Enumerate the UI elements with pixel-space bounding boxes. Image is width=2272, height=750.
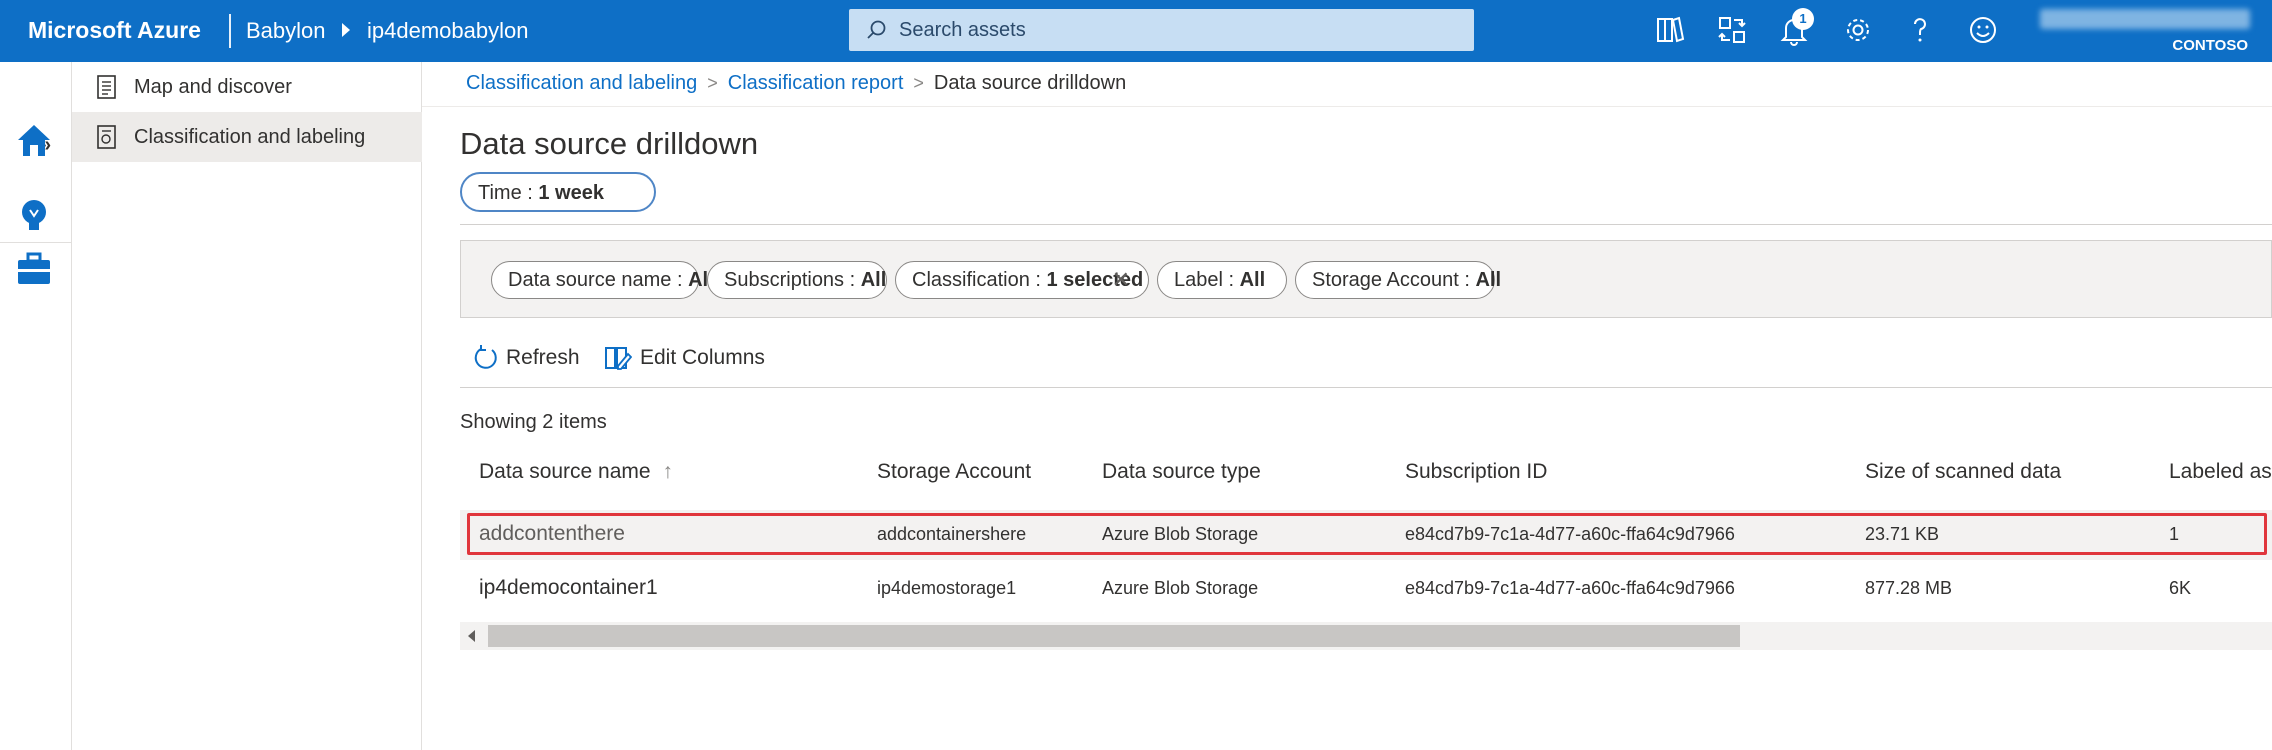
lightbulb-icon[interactable]: [14, 196, 54, 236]
gear-icon[interactable]: [1842, 14, 1874, 46]
column-header-subscription-id[interactable]: Subscription ID: [1405, 460, 1547, 484]
divider: [460, 387, 2272, 388]
filter-label-text: Label :: [1174, 269, 1240, 291]
time-filter-pill[interactable]: Time : 1 week: [460, 172, 656, 212]
filter-label: Subscriptions :: [724, 269, 861, 291]
filter-label: Classification :: [912, 269, 1047, 291]
rail-divider: [0, 242, 72, 243]
nav-item-label: Classification and labeling: [134, 126, 366, 148]
filter-classification[interactable]: Classification : 1 selected ✕: [895, 261, 1149, 299]
page-title: Data source drilldown: [460, 126, 759, 161]
nav-panel: Map and discover Classification and labe…: [72, 62, 422, 750]
account-email-blurred[interactable]: [2040, 9, 2250, 29]
toolbox-icon[interactable]: [14, 248, 54, 288]
highlight-box: [467, 513, 2267, 555]
column-header-size-scanned[interactable]: Size of scanned data: [1865, 460, 2061, 484]
nav-item-map-and-discover[interactable]: Map and discover: [72, 62, 422, 112]
brand-title[interactable]: Microsoft Azure: [28, 17, 201, 44]
breadcrumb-link-classification[interactable]: Classification and labeling: [466, 72, 697, 94]
divider: [460, 224, 2272, 225]
cell-data-source-type: Azure Blob Storage: [1102, 578, 1259, 598]
edit-columns-label: Edit Columns: [640, 346, 765, 369]
table-row[interactable]: ip4democontainer1 ip4demostorage1 Azure …: [460, 564, 2272, 614]
time-filter-value: 1 week: [538, 182, 604, 204]
notification-badge: 1: [1792, 8, 1814, 30]
refresh-label: Refresh: [506, 346, 580, 369]
column-header-data-source-name[interactable]: Data source name ↑: [479, 460, 673, 484]
filter-value: All: [1475, 269, 1501, 291]
left-rail: »: [0, 62, 72, 750]
edit-columns-button[interactable]: Edit Columns: [604, 344, 784, 376]
search-icon: [867, 20, 886, 39]
filter-subscriptions[interactable]: Subscriptions : All: [707, 261, 887, 299]
filter-data-source-name[interactable]: Data source name : All: [491, 261, 714, 299]
help-icon[interactable]: [1904, 14, 1936, 46]
cell-size: 877.28 MB: [1865, 578, 1953, 598]
scroll-left-arrow-icon[interactable]: [468, 630, 475, 642]
search-placeholder: Search assets: [899, 19, 1026, 41]
edit-columns-icon: [605, 347, 632, 370]
filter-storage-account[interactable]: Storage Account : All: [1295, 261, 1501, 299]
chevron-right-icon: >: [707, 73, 718, 93]
horizontal-scrollbar[interactable]: [460, 622, 2272, 650]
caret-right-icon: [342, 23, 350, 37]
account-org[interactable]: CONTOSO: [2172, 37, 2248, 54]
column-header-storage-account[interactable]: Storage Account: [877, 460, 1031, 484]
divider: [229, 14, 231, 48]
nav-item-label: Map and discover: [134, 76, 292, 98]
home-icon[interactable]: [14, 120, 54, 160]
divider: [422, 106, 2272, 107]
filter-bar: Data source name : All Subscriptions : A…: [460, 240, 2272, 318]
search-input[interactable]: Search assets: [849, 9, 1474, 51]
cell-data-source-name[interactable]: ip4democontainer1: [479, 576, 658, 600]
chevron-right-icon: >: [913, 73, 924, 93]
top-crumb-account[interactable]: ip4demobabylon: [367, 18, 528, 44]
refresh-button[interactable]: Refresh: [472, 344, 592, 376]
breadcrumb-current: Data source drilldown: [933, 72, 1127, 94]
report-icon: [97, 125, 116, 149]
book-icon[interactable]: [1654, 14, 1686, 46]
breadcrumb-link-report[interactable]: Classification report: [728, 72, 904, 94]
breadcrumb: Classification and labeling > Classificati…: [466, 72, 1126, 95]
top-bar: Microsoft Azure Babylon ip4demobabylon S…: [0, 0, 2272, 62]
column-header-data-source-type[interactable]: Data source type: [1102, 460, 1261, 484]
filter-label: Storage Account :: [1312, 269, 1476, 291]
main-content: Classification and labeling > Classificati…: [422, 62, 2272, 750]
column-header-label: Data source name: [479, 460, 651, 483]
time-filter-label: Time :: [478, 182, 539, 204]
top-crumb-directory[interactable]: Babylon: [246, 18, 326, 44]
cell-subscription-id: e84cd7b9-7c1a-4d77-a60c-ffa64c9d7966: [1405, 578, 1735, 598]
scrollbar-thumb[interactable]: [488, 625, 1740, 647]
cell-labeled: 6K: [2169, 578, 2192, 598]
clear-filter-close-icon[interactable]: ✕: [1112, 267, 1130, 293]
item-count: Showing 2 items: [460, 411, 607, 433]
feedback-smiley-icon[interactable]: [1967, 14, 1999, 46]
filter-label[interactable]: Label : All: [1157, 261, 1287, 299]
directory-switch-icon[interactable]: [1716, 14, 1748, 46]
filter-label: Data source name :: [508, 269, 689, 291]
refresh-icon: [474, 345, 497, 369]
filter-value: All: [860, 269, 887, 291]
sort-ascending-icon: ↑: [662, 460, 673, 483]
nav-item-classification-and-labeling[interactable]: Classification and labeling: [72, 112, 422, 162]
column-header-labeled-assets[interactable]: Labeled as: [2169, 460, 2272, 484]
filter-value: All: [1239, 269, 1266, 291]
cell-storage-account: ip4demostorage1: [877, 578, 1017, 598]
document-icon: [97, 75, 116, 99]
